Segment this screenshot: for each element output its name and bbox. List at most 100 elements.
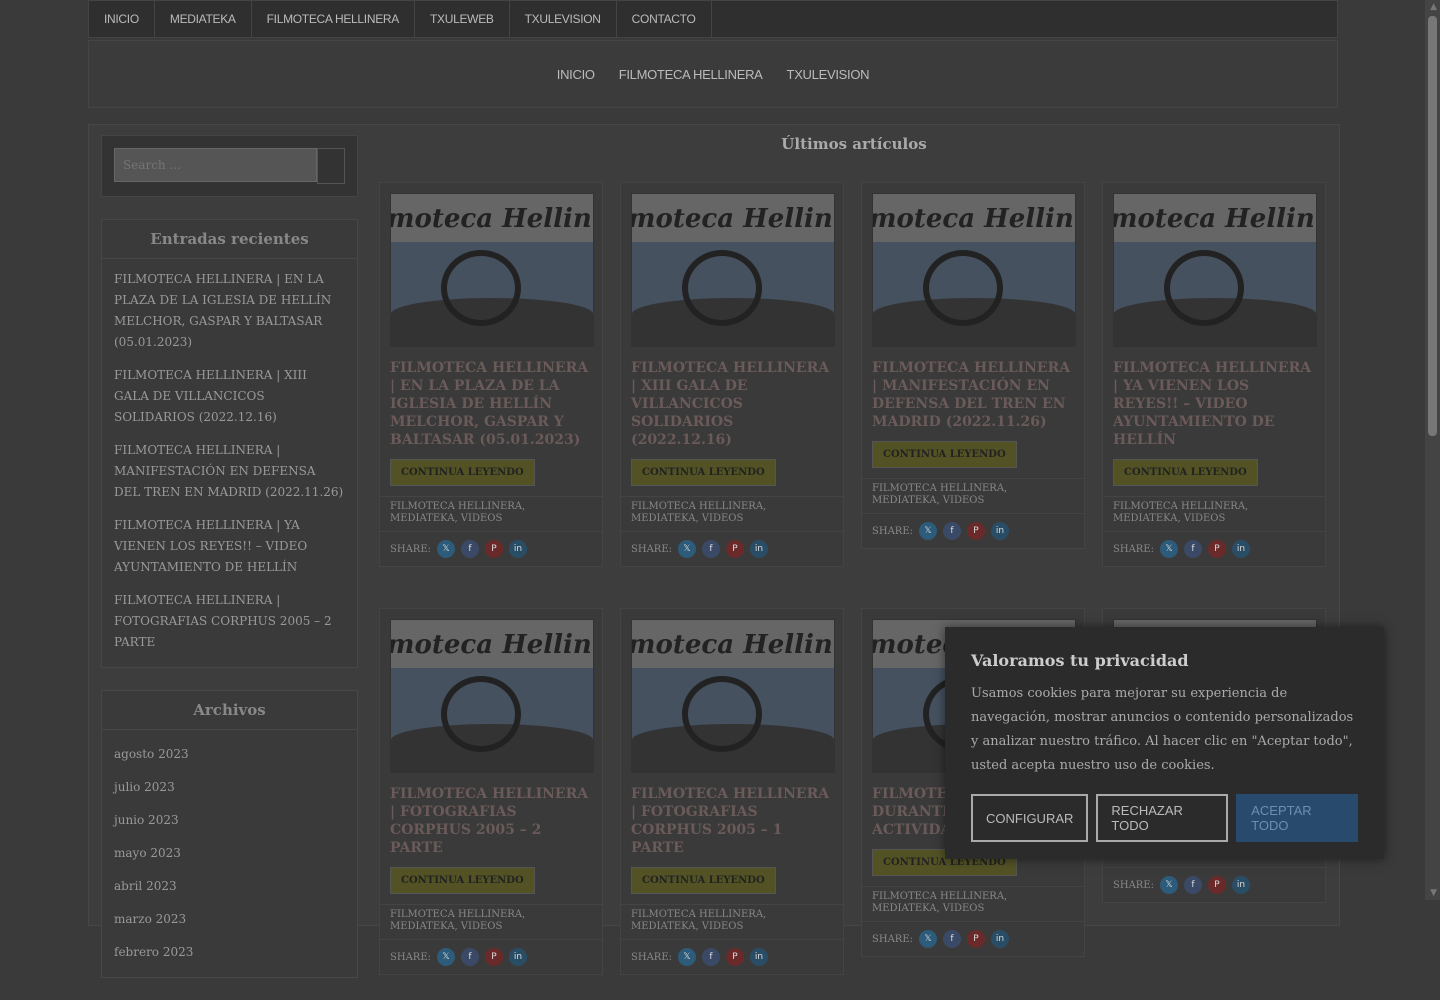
thumbnail-text: moteca Hellin — [631, 204, 833, 234]
linkedin-share-icon[interactable]: in — [750, 540, 768, 558]
article-categories[interactable]: FILMOTECA HELLINERA, MEDIATEKA, VIDEOS — [862, 886, 1084, 922]
article-thumbnail[interactable]: moteca Hellin — [872, 193, 1076, 347]
facebook-share-icon[interactable]: f — [702, 948, 720, 966]
archive-link[interactable]: mayo 2023 — [114, 837, 345, 870]
x-share-icon[interactable]: 𝕏 — [1160, 876, 1178, 894]
article-thumbnail[interactable]: moteca Hellin — [390, 193, 594, 347]
linkedin-share-icon[interactable]: in — [991, 522, 1009, 540]
linkedin-share-icon[interactable]: in — [750, 948, 768, 966]
pinterest-share-icon[interactable]: P — [1208, 540, 1226, 558]
read-more-button[interactable]: CONTINUA LEYENDO — [1113, 459, 1258, 486]
search-input[interactable] — [114, 148, 318, 182]
share-bar: SHARE: 𝕏f Pin — [380, 532, 602, 566]
accept-all-button[interactable]: ACEPTAR TODO — [1236, 794, 1358, 842]
read-more-button[interactable]: CONTINUA LEYENDO — [872, 441, 1017, 468]
article-card: moteca Hellin FILMOTECA HELLINERA | EN LA… — [379, 182, 603, 567]
article-title[interactable]: FILMOTECA HELLINERA | FOTOGRAFIAS CORPHU… — [621, 773, 843, 857]
top-nav-txuleweb[interactable]: TXULEWEB — [415, 1, 510, 37]
linkedin-share-icon[interactable]: in — [1232, 540, 1250, 558]
linkedin-share-icon[interactable]: in — [509, 948, 527, 966]
scrollbar-thumb[interactable] — [1428, 16, 1437, 436]
pinterest-share-icon[interactable]: P — [485, 948, 503, 966]
share-label: SHARE: — [872, 933, 913, 945]
linkedin-share-icon[interactable]: in — [991, 930, 1009, 948]
facebook-share-icon[interactable]: f — [1184, 876, 1202, 894]
article-title[interactable]: FILMOTECA HELLINERA | MANIFESTACIÓN EN D… — [862, 347, 1084, 431]
pinterest-share-icon[interactable]: P — [1208, 876, 1226, 894]
article-thumbnail[interactable]: moteca Hellin — [1113, 193, 1317, 347]
article-thumbnail[interactable]: moteca Hellin — [631, 619, 835, 773]
scroll-down-icon[interactable]: ▼ — [1430, 888, 1437, 898]
article-categories[interactable]: FILMOTECA HELLINERA, MEDIATEKA, VIDEOS — [621, 904, 843, 940]
archive-link[interactable]: abril 2023 — [114, 870, 345, 903]
archive-link[interactable]: junio 2023 — [114, 804, 345, 837]
article-thumbnail[interactable]: moteca Hellin — [631, 193, 835, 347]
read-more-button[interactable]: CONTINUA LEYENDO — [390, 459, 535, 486]
search-widget — [101, 135, 358, 197]
x-share-icon[interactable]: 𝕏 — [1160, 540, 1178, 558]
share-bar: SHARE: 𝕏f Pin — [862, 514, 1084, 548]
read-more-button[interactable]: CONTINUA LEYENDO — [631, 459, 776, 486]
recent-post-link[interactable]: FILMOTECA HELLINERA | MANIFESTACIÓN EN D… — [114, 440, 345, 503]
x-share-icon[interactable]: 𝕏 — [919, 522, 937, 540]
top-nav-contacto[interactable]: CONTACTO — [617, 1, 712, 37]
article-categories[interactable]: FILMOTECA HELLINERA, MEDIATEKA, VIDEOS — [862, 478, 1084, 514]
recent-post-link[interactable]: FILMOTECA HELLINERA | XIII GALA DE VILLA… — [114, 365, 345, 428]
cookie-text: Usamos cookies para mejorar su experienc… — [971, 686, 1354, 773]
read-more-button[interactable]: CONTINUA LEYENDO — [631, 867, 776, 894]
film-reel-icon — [441, 250, 521, 326]
article-categories[interactable]: FILMOTECA HELLINERA, MEDIATEKA, VIDEOS — [621, 496, 843, 532]
scroll-up-icon[interactable]: ▲ — [1430, 2, 1437, 12]
facebook-share-icon[interactable]: f — [702, 540, 720, 558]
thumbnail-text: moteca Hellin — [631, 630, 833, 660]
linkedin-share-icon[interactable]: in — [509, 540, 527, 558]
pinterest-share-icon[interactable]: P — [726, 540, 744, 558]
top-nav-mediateka[interactable]: MEDIATEKA — [155, 1, 252, 37]
x-share-icon[interactable]: 𝕏 — [678, 540, 696, 558]
header-nav-txulevision[interactable]: TXULEVISION — [787, 67, 870, 82]
recent-post-link[interactable]: FILMOTECA HELLINERA | FOTOGRAFIAS CORPHU… — [114, 590, 345, 653]
linkedin-share-icon[interactable]: in — [1232, 876, 1250, 894]
article-title[interactable]: FILMOTECA HELLINERA | EN LA PLAZA DE LA … — [380, 347, 602, 449]
pinterest-share-icon[interactable]: P — [485, 540, 503, 558]
recent-posts-title: Entradas recientes — [102, 220, 357, 259]
archive-link[interactable]: agosto 2023 — [114, 738, 345, 771]
article-thumbnail[interactable]: moteca Hellin — [390, 619, 594, 773]
pinterest-share-icon[interactable]: P — [726, 948, 744, 966]
pinterest-share-icon[interactable]: P — [967, 930, 985, 948]
facebook-share-icon[interactable]: f — [943, 930, 961, 948]
facebook-share-icon[interactable]: f — [1184, 540, 1202, 558]
article-title[interactable]: FILMOTECA HELLINERA | FOTOGRAFIAS CORPHU… — [380, 773, 602, 857]
cookie-banner: Valoramos tu privacidad Usamos cookies p… — [945, 627, 1384, 859]
facebook-share-icon[interactable]: f — [461, 540, 479, 558]
facebook-share-icon[interactable]: f — [943, 522, 961, 540]
article-categories[interactable]: FILMOTECA HELLINERA, MEDIATEKA, VIDEOS — [380, 496, 602, 532]
article-categories[interactable]: FILMOTECA HELLINERA, MEDIATEKA, VIDEOS — [380, 904, 602, 940]
search-button[interactable] — [317, 148, 345, 184]
x-share-icon[interactable]: 𝕏 — [919, 930, 937, 948]
article-title[interactable]: FILMOTECA HELLINERA | XIII GALA DE VILLA… — [621, 347, 843, 449]
archive-link[interactable]: julio 2023 — [114, 771, 345, 804]
x-share-icon[interactable]: 𝕏 — [678, 948, 696, 966]
header-nav-inicio[interactable]: INICIO — [557, 67, 595, 82]
header-nav-filmoteca[interactable]: FILMOTECA HELLINERA — [619, 67, 763, 82]
x-share-icon[interactable]: 𝕏 — [437, 948, 455, 966]
scrollbar[interactable]: ▲ ▼ — [1425, 0, 1440, 900]
thumbnail-text: moteca Hellin — [1113, 204, 1315, 234]
x-share-icon[interactable]: 𝕏 — [437, 540, 455, 558]
top-nav-inicio[interactable]: INICIO — [89, 1, 155, 37]
pinterest-share-icon[interactable]: P — [967, 522, 985, 540]
archive-link[interactable]: marzo 2023 — [114, 903, 345, 936]
thumbnail-text: moteca Hellin — [872, 204, 1074, 234]
recent-post-link[interactable]: FILMOTECA HELLINERA | EN LA PLAZA DE LA … — [114, 269, 345, 353]
article-title[interactable]: FILMOTECA HELLINERA | YA VIENEN LOS REYE… — [1103, 347, 1325, 449]
recent-post-link[interactable]: FILMOTECA HELLINERA | YA VIENEN LOS REYE… — [114, 515, 345, 578]
top-nav-txulevision[interactable]: TXULEVISION — [510, 1, 617, 37]
top-nav-filmoteca[interactable]: FILMOTECA HELLINERA — [252, 1, 415, 37]
configure-button[interactable]: CONFIGURAR — [971, 794, 1089, 842]
reject-all-button[interactable]: RECHAZAR TODO — [1096, 794, 1229, 842]
read-more-button[interactable]: CONTINUA LEYENDO — [390, 867, 535, 894]
archive-link[interactable]: febrero 2023 — [114, 936, 345, 969]
facebook-share-icon[interactable]: f — [461, 948, 479, 966]
article-categories[interactable]: FILMOTECA HELLINERA, MEDIATEKA, VIDEOS — [1103, 496, 1325, 532]
